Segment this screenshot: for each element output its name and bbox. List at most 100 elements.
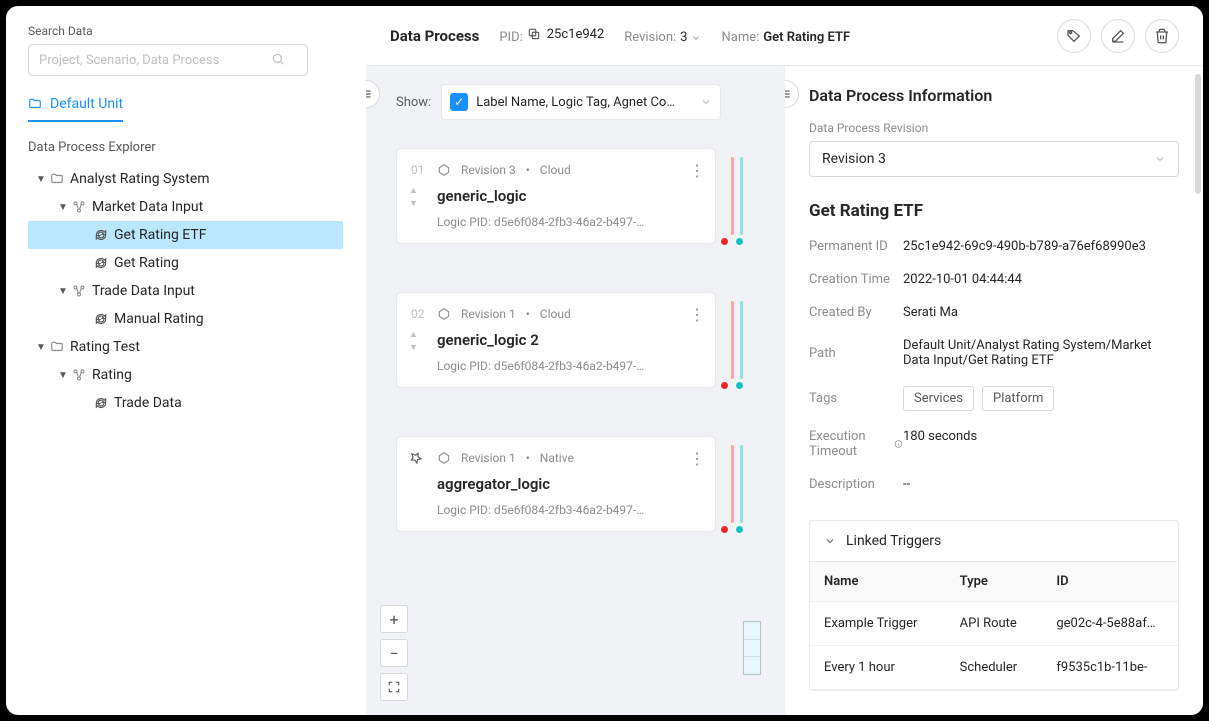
tree-item[interactable]: Get Rating (28, 249, 343, 277)
search-input[interactable] (28, 44, 308, 76)
card-subtitle: Logic PID: d5e6f084-2fb3-46a2-b497-… (437, 503, 687, 517)
tree-item[interactable]: ▼ Rating Test (28, 333, 343, 361)
card-index: 01 (411, 163, 427, 177)
tree-item[interactable]: Manual Rating (28, 305, 343, 333)
name-label: Name: (721, 30, 759, 45)
unit-tab[interactable]: Default Unit (28, 96, 123, 122)
col-type: Type (946, 562, 1043, 602)
kv-tags: Tags Services Platform (809, 386, 1179, 411)
reorder-arrows[interactable]: ▲▼ (409, 185, 418, 209)
cycle-icon (92, 228, 110, 242)
edit-button[interactable] (1101, 19, 1135, 53)
caret-icon: ▼ (56, 370, 70, 381)
reorder-arrows[interactable]: ▲▼ (409, 329, 418, 353)
tree-item[interactable]: ▼Market Data Input (28, 193, 343, 221)
logic-card[interactable]: 01Revision 3•Cloud▲▼generic_logicLogic P… (396, 148, 716, 244)
tree-item-label: Rating (92, 367, 132, 383)
triggers-table: Name Type ID Example TriggerAPI Routege0… (810, 562, 1178, 690)
minimap[interactable] (743, 621, 761, 675)
copy-icon (527, 27, 541, 41)
fullscreen-icon (387, 680, 401, 694)
name-group: Name: Get Rating ETF (721, 26, 850, 45)
show-select[interactable]: ✓ Label Name, Logic Tag, Agnet Co… (441, 84, 721, 120)
hexagon-icon (437, 163, 451, 177)
cards-container: 01Revision 3•Cloud▲▼generic_logicLogic P… (396, 148, 767, 532)
card-title: generic_logic (437, 187, 701, 205)
tree-item-label: Get Rating (114, 255, 179, 271)
node-icon (70, 368, 88, 382)
tag-services[interactable]: Services (903, 386, 974, 411)
info-heading: Data Process Information (809, 86, 1179, 105)
logic-card[interactable]: 02Revision 1•Cloud▲▼generic_logic 2Logic… (396, 292, 716, 388)
zoom-out-button[interactable]: − (380, 639, 408, 667)
tree: ▼Analyst Rating System▼Market Data Input… (28, 165, 343, 417)
collapse-info-button[interactable] (785, 80, 799, 108)
revision-group: Revision: 3 (624, 26, 701, 45)
scrollbar[interactable] (1195, 74, 1201, 194)
info-rev-label: Data Process Revision (809, 121, 1179, 135)
tree-item-label: Rating Test (70, 339, 140, 355)
tree-item[interactable]: ▼ Rating (28, 361, 343, 389)
pid-value[interactable]: 25c1e942 (527, 27, 605, 42)
tag-button[interactable] (1057, 19, 1091, 53)
chevron-down-icon (691, 33, 701, 43)
kv-timeout: Execution Timeout 180 seconds (809, 429, 1179, 459)
col-name: Name (810, 562, 946, 602)
table-row[interactable]: Example TriggerAPI Routege02c-4-5e88af… (810, 602, 1178, 646)
name-value: Get Rating ETF (763, 30, 850, 45)
card-subtitle: Logic PID: d5e6f084-2fb3-46a2-b497-… (437, 359, 687, 373)
tree-item[interactable]: Trade Data (28, 389, 343, 417)
tree-item-label: Trade Data (114, 395, 182, 411)
chevron-down-icon (700, 96, 712, 108)
revision-select[interactable]: Revision 3 (809, 141, 1179, 177)
pid-label: PID: (499, 30, 522, 45)
cycle-icon (92, 396, 110, 410)
folder-icon (48, 340, 66, 354)
tree-item[interactable]: ▼Trade Data Input (28, 277, 343, 305)
fullscreen-button[interactable] (380, 673, 408, 701)
card-revision: Revision 1 (461, 451, 516, 465)
card-menu-button[interactable]: ⋮ (689, 161, 705, 180)
topbar: Data Process PID: 25c1e942 Revision: 3 N… (366, 6, 1203, 66)
linked-triggers-section: Linked Triggers Name Type ID Example Tri… (809, 520, 1179, 691)
tree-item-label: Trade Data Input (92, 283, 195, 299)
tag-platform[interactable]: Platform (982, 386, 1054, 411)
kv-creation-time: Creation Time 2022-10-01 04:44:44 (809, 272, 1179, 287)
show-value: Label Name, Logic Tag, Agnet Co… (476, 95, 692, 110)
linked-triggers-header[interactable]: Linked Triggers (810, 521, 1178, 562)
menu-icon (785, 87, 792, 101)
pin-icon (409, 451, 423, 465)
checkbox-checked-icon: ✓ (450, 93, 468, 111)
card-port-dots (721, 382, 743, 389)
app-window: Search Data Default Unit Data Process Ex… (6, 6, 1203, 715)
info-title: Get Rating ETF (809, 201, 1179, 221)
info-panel: Data Process Information Data Process Re… (785, 66, 1203, 715)
caret-icon: ▼ (34, 342, 48, 353)
revision-dropdown[interactable]: 3 (680, 30, 701, 45)
cycle-icon (92, 256, 110, 270)
card-menu-button[interactable]: ⋮ (689, 449, 705, 468)
cycle-icon (92, 312, 110, 326)
card-title: aggregator_logic (437, 475, 701, 493)
collapse-sidebar-button[interactable] (366, 80, 380, 108)
tree-item[interactable]: Get Rating ETF (28, 221, 343, 249)
search-box (28, 44, 343, 76)
page-title: Data Process (390, 27, 479, 45)
delete-button[interactable] (1145, 19, 1179, 53)
kv-path: Path Default Unit/Analyst Rating System/… (809, 338, 1179, 368)
zoom-in-button[interactable]: + (380, 605, 408, 633)
card-revision: Revision 3 (461, 163, 516, 177)
caret-icon: ▼ (34, 174, 48, 185)
canvas[interactable]: Show: ✓ Label Name, Logic Tag, Agnet Co…… (366, 66, 785, 715)
hexagon-icon (437, 451, 451, 465)
edit-icon (1110, 28, 1126, 44)
tree-item[interactable]: ▼Analyst Rating System (28, 165, 343, 193)
tree-item-label: Market Data Input (92, 199, 203, 215)
card-menu-button[interactable]: ⋮ (689, 305, 705, 324)
logic-card[interactable]: Revision 1•Nativeaggregator_logicLogic P… (396, 436, 716, 532)
main: Show: ✓ Label Name, Logic Tag, Agnet Co…… (366, 66, 1203, 715)
card-ports (731, 301, 743, 379)
table-row[interactable]: Every 1 hourSchedulerf9535c1b-11be- (810, 646, 1178, 690)
card-env: Cloud (540, 163, 571, 177)
card-env: Cloud (540, 307, 571, 321)
